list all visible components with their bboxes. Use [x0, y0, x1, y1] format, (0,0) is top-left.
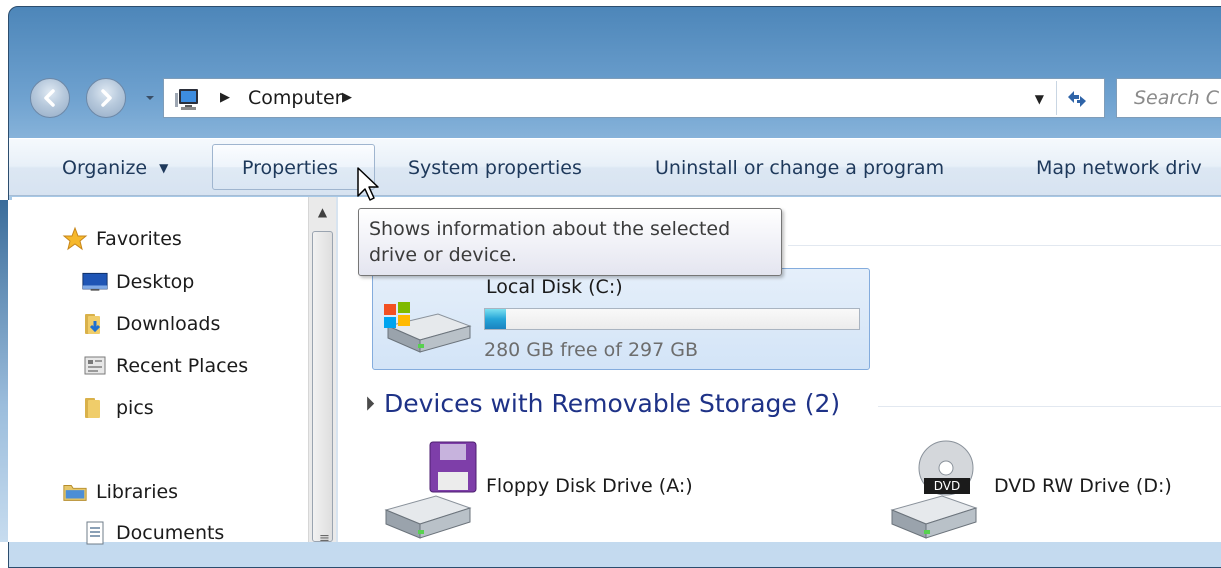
tooltip-line-2: drive or device. [369, 244, 518, 266]
window-left-border [0, 200, 8, 542]
nav-item-pics[interactable]: pics [82, 396, 154, 420]
back-button[interactable] [30, 78, 70, 118]
mouse-pointer-icon [357, 167, 379, 201]
nav-item-downloads[interactable]: Downloads [82, 312, 220, 336]
desktop-icon [82, 270, 108, 294]
downloads-folder-icon [82, 312, 108, 336]
scroll-grip-icon: ≡ [319, 531, 330, 546]
group-divider-line [878, 406, 1221, 407]
navigation-scrollbar[interactable]: ▲ ≡ [308, 197, 336, 546]
scroll-up-icon[interactable]: ▲ [309, 197, 336, 227]
tooltip-line-1: Shows information about the selected [369, 218, 731, 240]
nav-item-desktop[interactable]: Desktop [82, 270, 194, 294]
nav-favorites-label: Favorites [96, 228, 182, 250]
properties-button[interactable]: Properties [242, 157, 338, 179]
local-disk-free-space: 280 GB free of 297 GB [484, 339, 699, 361]
breadcrumb-computer[interactable]: Computer [248, 87, 342, 109]
recent-places-icon [82, 354, 108, 378]
dvd-drive-icon: DVD [890, 440, 978, 539]
uninstall-program-button[interactable]: Uninstall or change a program [655, 157, 944, 179]
breadcrumb-chevron-icon[interactable]: ▶ [342, 90, 352, 105]
search-box[interactable]: Search C [1116, 78, 1221, 118]
address-history-dropdown-icon[interactable]: ▼ [1035, 92, 1044, 106]
forward-button[interactable] [86, 78, 126, 118]
nav-item-documents[interactable]: Documents [82, 521, 224, 545]
group-divider-line [788, 245, 1221, 246]
documents-icon [82, 521, 108, 545]
refresh-button[interactable] [1056, 81, 1096, 115]
floppy-drive-icon [384, 441, 477, 539]
floppy-drive-name: Floppy Disk Drive (A:) [486, 475, 693, 497]
recent-pages-dropdown[interactable] [144, 92, 156, 104]
dvd-drive-name: DVD RW Drive (D:) [994, 475, 1172, 497]
system-properties-button[interactable]: System properties [408, 157, 582, 179]
local-disk-name: Local Disk (C:) [486, 276, 623, 298]
computer-icon [175, 89, 198, 110]
nav-libraries-label: Libraries [96, 481, 179, 503]
nav-libraries[interactable]: Libraries [62, 480, 178, 504]
organize-menu[interactable]: Organize ▼ [62, 157, 168, 179]
scroll-thumb[interactable]: ≡ [312, 231, 333, 546]
nav-item-label: Documents [116, 522, 225, 544]
nav-item-label: Downloads [116, 313, 221, 335]
local-disk-usage-bar [484, 308, 860, 330]
map-network-drive-button[interactable]: Map network driv [1036, 157, 1202, 179]
search-placeholder: Search C [1134, 87, 1219, 109]
libraries-icon [62, 480, 88, 504]
address-bar[interactable]: ▶ Computer ▶ ▼ [163, 78, 1105, 118]
organize-label: Organize [62, 157, 148, 179]
local-disk-icon [384, 302, 472, 353]
device-dvd-drive[interactable]: DVD DVD RW Drive (D:) [884, 438, 1221, 539]
properties-tooltip: Shows information about the selected dri… [358, 208, 782, 276]
refresh-icon [1067, 91, 1086, 107]
removable-storage-group-header[interactable]: ◢ Devices with Removable Storage (2) [358, 389, 841, 418]
forward-arrow-icon [101, 89, 112, 107]
nav-favorites[interactable]: Favorites [62, 226, 182, 251]
back-arrow-icon [44, 89, 55, 107]
chevron-down-icon: ▼ [159, 161, 169, 175]
removable-storage-group-title: Devices with Removable Storage (2) [384, 389, 841, 418]
svg-text:DVD: DVD [934, 479, 960, 493]
device-floppy-drive[interactable]: Floppy Disk Drive (A:) [372, 438, 792, 539]
nav-item-recent-places[interactable]: Recent Places [82, 354, 248, 378]
star-icon [62, 226, 88, 251]
nav-item-label: Recent Places [116, 355, 249, 377]
nav-item-label: pics [116, 397, 154, 419]
folder-icon [82, 396, 108, 420]
nav-item-label: Desktop [116, 271, 195, 293]
local-disk-usage-fill [485, 309, 507, 329]
breadcrumb-separator-icon[interactable]: ▶ [220, 90, 230, 105]
